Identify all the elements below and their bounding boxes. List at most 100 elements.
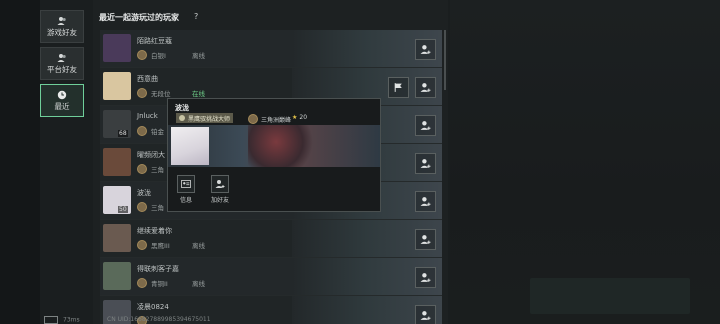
tab-platform-friends[interactable]: 平台好友	[40, 47, 84, 80]
help-icon[interactable]: ?	[194, 12, 198, 21]
rank-medal-icon	[137, 126, 147, 136]
player-name: 陌路红豆蔻	[137, 37, 172, 45]
tab-label: 平台好友	[47, 64, 77, 74]
player-name: 曜频闭大	[137, 151, 165, 159]
popup-avatar	[171, 127, 209, 165]
player-rank: 白银I	[137, 50, 166, 60]
player-row[interactable]: 陌路红豆蔻白银I 离线	[100, 30, 442, 68]
add-friend-icon	[420, 234, 431, 245]
invite-button[interactable]	[388, 77, 409, 98]
add-friend-icon	[420, 196, 431, 207]
player-level: 50	[118, 206, 128, 213]
add-friend-button[interactable]	[415, 39, 436, 60]
popup-player-name: 波泷	[175, 104, 189, 112]
add-friend-icon	[420, 272, 431, 283]
player-status: 在线	[192, 90, 205, 98]
player-rank-text: 无段位	[151, 90, 171, 98]
friends-icon	[57, 16, 66, 25]
player-rank-text: 青铜II	[151, 280, 168, 288]
player-status: 离线	[192, 52, 205, 60]
popup-rank: 三角洲巅峰	[248, 114, 291, 124]
player-name: 继续爱着你	[137, 227, 172, 235]
player-name: 西意曲	[137, 75, 158, 83]
avatar	[103, 72, 131, 100]
ping-text: 73ms	[63, 316, 80, 324]
tab-game-friends[interactable]: 游戏好友	[40, 10, 84, 43]
avatar	[103, 148, 131, 176]
flag-icon	[393, 82, 404, 93]
rank-medal-icon	[137, 240, 147, 250]
add-friend-button[interactable]	[415, 77, 436, 98]
rank-medal-icon	[137, 202, 147, 212]
popup-star-count: ★ 20	[292, 114, 308, 121]
right-backdrop	[450, 0, 720, 324]
add-friend-button[interactable]	[415, 191, 436, 212]
player-row[interactable]: 得联刺客子嘉 青铜II 离线	[100, 258, 442, 296]
add-friend-icon	[420, 158, 431, 169]
popup-banner	[168, 125, 380, 167]
banner-artwork	[248, 125, 318, 167]
player-rank: 三角	[137, 164, 164, 174]
rank-medal-icon	[137, 88, 147, 98]
friends-icon	[57, 53, 66, 62]
tab-label: 最近	[54, 101, 70, 111]
popup-title-text: 黑鹰驭挑战大师	[188, 115, 231, 123]
tab-recent[interactable]: 最近	[40, 84, 84, 117]
add-friend-icon	[420, 120, 431, 131]
player-level: 68	[118, 130, 128, 137]
player-rank: 铂金	[137, 126, 164, 136]
uid-text: CN UID:166827889985394675011	[107, 316, 211, 323]
player-name: 凌晨0824	[137, 303, 169, 311]
player-rank-text: 白银I	[151, 52, 166, 60]
add-friend-icon	[420, 310, 431, 321]
player-name: Jnluck	[137, 112, 158, 120]
add-friend-button[interactable]	[415, 305, 436, 324]
add-friend-icon	[420, 44, 431, 55]
add-friend-button[interactable]: 加好友	[205, 175, 235, 204]
player-profile-popup: 波泷 黑鹰驭挑战大师 三角洲巅峰 ★ 20 信息 加好友	[167, 98, 381, 212]
id-card-icon	[177, 175, 195, 193]
avatar	[103, 262, 131, 290]
avatar	[103, 34, 131, 62]
info-button[interactable]: 信息	[171, 175, 201, 204]
popup-title-badge: 黑鹰驭挑战大师	[176, 113, 234, 123]
tab-label: 游戏好友	[47, 27, 77, 37]
battery-icon	[44, 316, 58, 324]
status-footer: 73ms CN UID:166827889985394675011	[44, 316, 211, 324]
player-row[interactable]: 继续爱着你黑鹰III 离线	[100, 220, 442, 258]
rank-medal-icon	[248, 114, 258, 124]
popup-star-value: 20	[299, 114, 308, 121]
friends-sidebar: 游戏好友 平台好友 最近	[40, 10, 88, 121]
badge-icon	[179, 115, 185, 121]
left-backdrop	[0, 0, 40, 324]
rank-medal-icon	[137, 164, 147, 174]
add-friend-button[interactable]	[415, 153, 436, 174]
info-button-label: 信息	[179, 197, 192, 204]
add-friend-label: 加好友	[210, 197, 229, 204]
player-rank-text: 铂金	[151, 128, 164, 136]
player-status: 离线	[192, 242, 205, 250]
player-rank: 青铜II	[137, 278, 168, 288]
rank-medal-icon	[137, 278, 147, 288]
player-rank: 三角	[137, 202, 164, 212]
add-friend-button[interactable]	[415, 229, 436, 250]
scrollbar[interactable]	[444, 30, 446, 90]
rank-medal-icon	[137, 50, 147, 60]
player-rank-text: 三角	[151, 166, 164, 174]
clock-icon	[57, 90, 67, 99]
popup-rank-text: 三角洲巅峰	[261, 116, 292, 124]
avatar	[103, 224, 131, 252]
player-rank-text: 黑鹰III	[151, 242, 170, 250]
player-name: 得联刺客子嘉	[137, 265, 179, 273]
player-rank: 黑鹰III	[137, 240, 170, 250]
page-title: 最近一起游玩过的玩家	[99, 13, 179, 22]
add-friend-icon	[211, 175, 229, 193]
add-friend-button[interactable]	[415, 267, 436, 288]
player-status: 离线	[192, 280, 205, 288]
player-rank-text: 三角	[151, 204, 164, 212]
background-button-ghost	[530, 278, 690, 314]
add-friend-button[interactable]	[415, 115, 436, 136]
player-name: 波泷	[137, 189, 151, 197]
player-rank: 无段位	[137, 88, 171, 98]
add-friend-icon	[420, 82, 431, 93]
